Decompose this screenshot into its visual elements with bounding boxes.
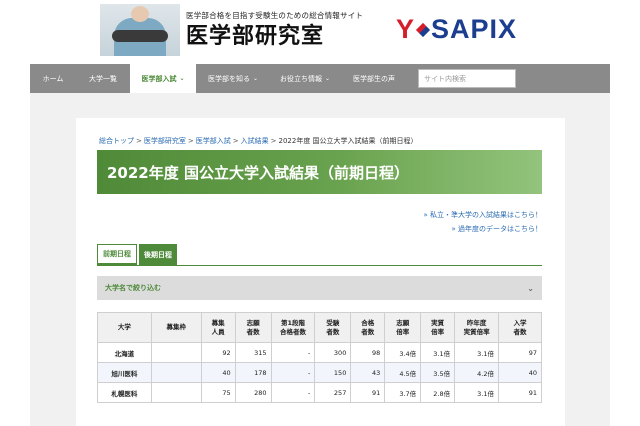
column-header: 受験 者数 <box>314 312 352 343</box>
nav-item-label: お役立ち情報 <box>279 74 322 83</box>
breadcrumb-separator: > <box>136 137 142 145</box>
table-cell: 3.1倍 <box>420 342 456 363</box>
table-cell: 280 <box>234 382 272 403</box>
page-title: 2022年度 国公立大学入試結果（前期日程） <box>97 150 542 194</box>
column-header: 入学 者数 <box>498 312 542 343</box>
column-header: 実質 倍率 <box>420 312 456 343</box>
table-cell: 97 <box>498 342 542 363</box>
table-cell: 315 <box>234 342 272 363</box>
nav-item-label: 大学一覧 <box>89 74 117 83</box>
table-cell: 98 <box>350 342 386 363</box>
breadcrumb-link-exam[interactable]: 医学部入試 <box>196 137 231 145</box>
chevron-down-icon: ⌄ <box>324 75 331 82</box>
site-header: 医学部合格を目指す受験生のための総合情報サイト 医学部研究室 Y SAPIX <box>100 4 544 56</box>
results-table: 大学 募集枠 募集 人員 志願 者数 第1段階 合格者数 受験 者数 合格 者数 志願 倍率 実質 倍率 昨年度… <box>97 312 542 403</box>
column-header: 昨年度 実質倍率 <box>454 312 500 343</box>
breadcrumb: 総合トップ > 医学部研究室 > 医学部入試 > 入試結果 >2022年度 国公立大学入試結果… <box>99 136 418 146</box>
university-filter-toggle[interactable]: 大学名で絞り込む ⌄ <box>97 276 542 300</box>
table-cell: 91 <box>498 382 542 403</box>
table-cell: 43 <box>350 362 386 383</box>
tab-late-schedule[interactable]: 後期日程 <box>139 244 177 266</box>
filter-label: 大学名で絞り込む <box>105 284 161 292</box>
table-cell: 300 <box>314 342 352 363</box>
table-cell: 178 <box>234 362 272 383</box>
tab-early-schedule[interactable]: 前期日程 <box>97 244 137 266</box>
private-results-link[interactable]: » 私立・準大学の入試結果はこちら！ <box>423 210 542 220</box>
logo-text: SAPIX <box>431 14 518 44</box>
column-header: 募集枠 <box>150 312 202 343</box>
nav-item-med-exam[interactable]: 医学部入試 ⌄ <box>130 64 196 93</box>
table-header-row: 大学 募集枠 募集 人員 志願 者数 第1段階 合格者数 受験 者数 合格 者数 志願 倍率 実質 倍率 昨年度… <box>97 312 542 343</box>
chevron-down-icon: ⌄ <box>252 75 259 82</box>
breadcrumb-current: 2022年度 国公立大学入試結果（前期日程） <box>278 137 418 145</box>
column-header: 志願 者数 <box>234 312 272 343</box>
table-cell: 3.5倍 <box>420 362 456 383</box>
table-cell: 3.4倍 <box>384 342 422 363</box>
table-cell: - <box>270 362 316 383</box>
table-cell: 3.1倍 <box>454 382 500 403</box>
table-cell: 40 <box>498 362 542 383</box>
table-cell: 2.8倍 <box>420 382 456 403</box>
nav-item-label: ホーム <box>42 74 64 83</box>
nav-item-home[interactable]: ホーム <box>30 64 76 93</box>
site-title[interactable]: 医学部研究室 <box>186 21 386 51</box>
university-name-cell: 札幌医科 <box>97 382 152 403</box>
nav-item-university-list[interactable]: 大学一覧 <box>76 64 130 93</box>
table-cell: 257 <box>314 382 352 403</box>
breadcrumb-separator: > <box>232 137 239 145</box>
y-sapix-logo[interactable]: Y SAPIX <box>396 14 517 45</box>
table-cell <box>150 362 202 383</box>
university-name-cell: 旭川医科 <box>97 362 152 383</box>
breadcrumb-link-results[interactable]: 入試結果 <box>241 137 269 145</box>
main-nav: ホーム 大学一覧 医学部入試 ⌄ 医学部を知る ⌄ お役立ち情報 ⌄ 医学部生の… <box>30 64 610 93</box>
header-photo <box>100 4 180 56</box>
table-cell: 92 <box>200 342 236 363</box>
table-cell: 150 <box>314 362 352 383</box>
breadcrumb-separator: > <box>187 137 194 145</box>
table-cell: 3.1倍 <box>454 342 500 363</box>
nav-item-label: 医学部入試 <box>141 74 177 83</box>
column-header: 大学 <box>97 312 152 343</box>
tabs-divider <box>97 265 542 266</box>
site-tagline: 医学部合格を目指す受験生のための総合情報サイト <box>186 10 364 20</box>
table-cell <box>150 382 202 403</box>
table-row: 北海道 92 315-300 98 3.4倍 3.1倍 3.1倍 97 <box>97 342 542 363</box>
table-cell: 4.2倍 <box>454 362 500 383</box>
nav-item-know-med[interactable]: 医学部を知る ⌄ <box>196 64 270 93</box>
table-cell: 91 <box>350 382 386 403</box>
breadcrumb-link-lab[interactable]: 医学部研究室 <box>144 137 186 145</box>
breadcrumb-link-top[interactable]: 総合トップ <box>99 137 134 145</box>
university-name-cell: 北海道 <box>97 342 152 363</box>
logo-initial: Y <box>396 14 416 44</box>
nav-item-useful-info[interactable]: お役立ち情報 ⌄ <box>270 64 340 93</box>
column-header: 募集 人員 <box>200 312 236 343</box>
site-title-block[interactable]: 医学部合格を目指す受験生のための総合情報サイト 医学部研究室 <box>186 10 386 51</box>
logo-diamond-icon <box>415 22 431 37</box>
schedule-tabs: 前期日程 後期日程 <box>97 244 179 266</box>
table-row: 旭川医科 40 178-150 43 4.5倍 3.5倍 4.2倍 40 <box>97 362 542 383</box>
table-cell: 3.7倍 <box>384 382 422 403</box>
table-body: 北海道 92 315-300 98 3.4倍 3.1倍 3.1倍 97 旭川医科 40 178-15… <box>97 342 542 403</box>
past-data-link[interactable]: » 過年度のデータはこちら！ <box>451 224 542 234</box>
column-header: 第1段階 合格者数 <box>270 312 316 343</box>
nav-item-label: 医学部を知る <box>207 74 250 83</box>
table-cell <box>150 342 202 363</box>
page: 医学部合格を目指す受験生のための総合情報サイト 医学部研究室 Y SAPIX ホ… <box>0 0 640 426</box>
table-cell: 75 <box>200 382 236 403</box>
table-cell: - <box>270 382 316 403</box>
chevron-down-icon: ⌄ <box>179 75 185 82</box>
search-input[interactable]: サイト内検索 <box>418 69 516 88</box>
nav-item-student-voice[interactable]: 医学部生の声 <box>340 64 408 93</box>
table-row: 札幌医科 75 280-257 91 3.7倍 2.8倍 3.1倍 91 <box>97 382 542 403</box>
table-cell: 40 <box>200 362 236 383</box>
chevron-down-icon: ⌄ <box>527 283 534 293</box>
table-cell: 4.5倍 <box>384 362 422 383</box>
breadcrumb-separator: > <box>270 137 277 145</box>
table-cell: - <box>270 342 316 363</box>
column-header: 志願 倍率 <box>384 312 422 343</box>
column-header: 合格 者数 <box>350 312 386 343</box>
nav-item-label: 医学部生の声 <box>353 74 395 83</box>
